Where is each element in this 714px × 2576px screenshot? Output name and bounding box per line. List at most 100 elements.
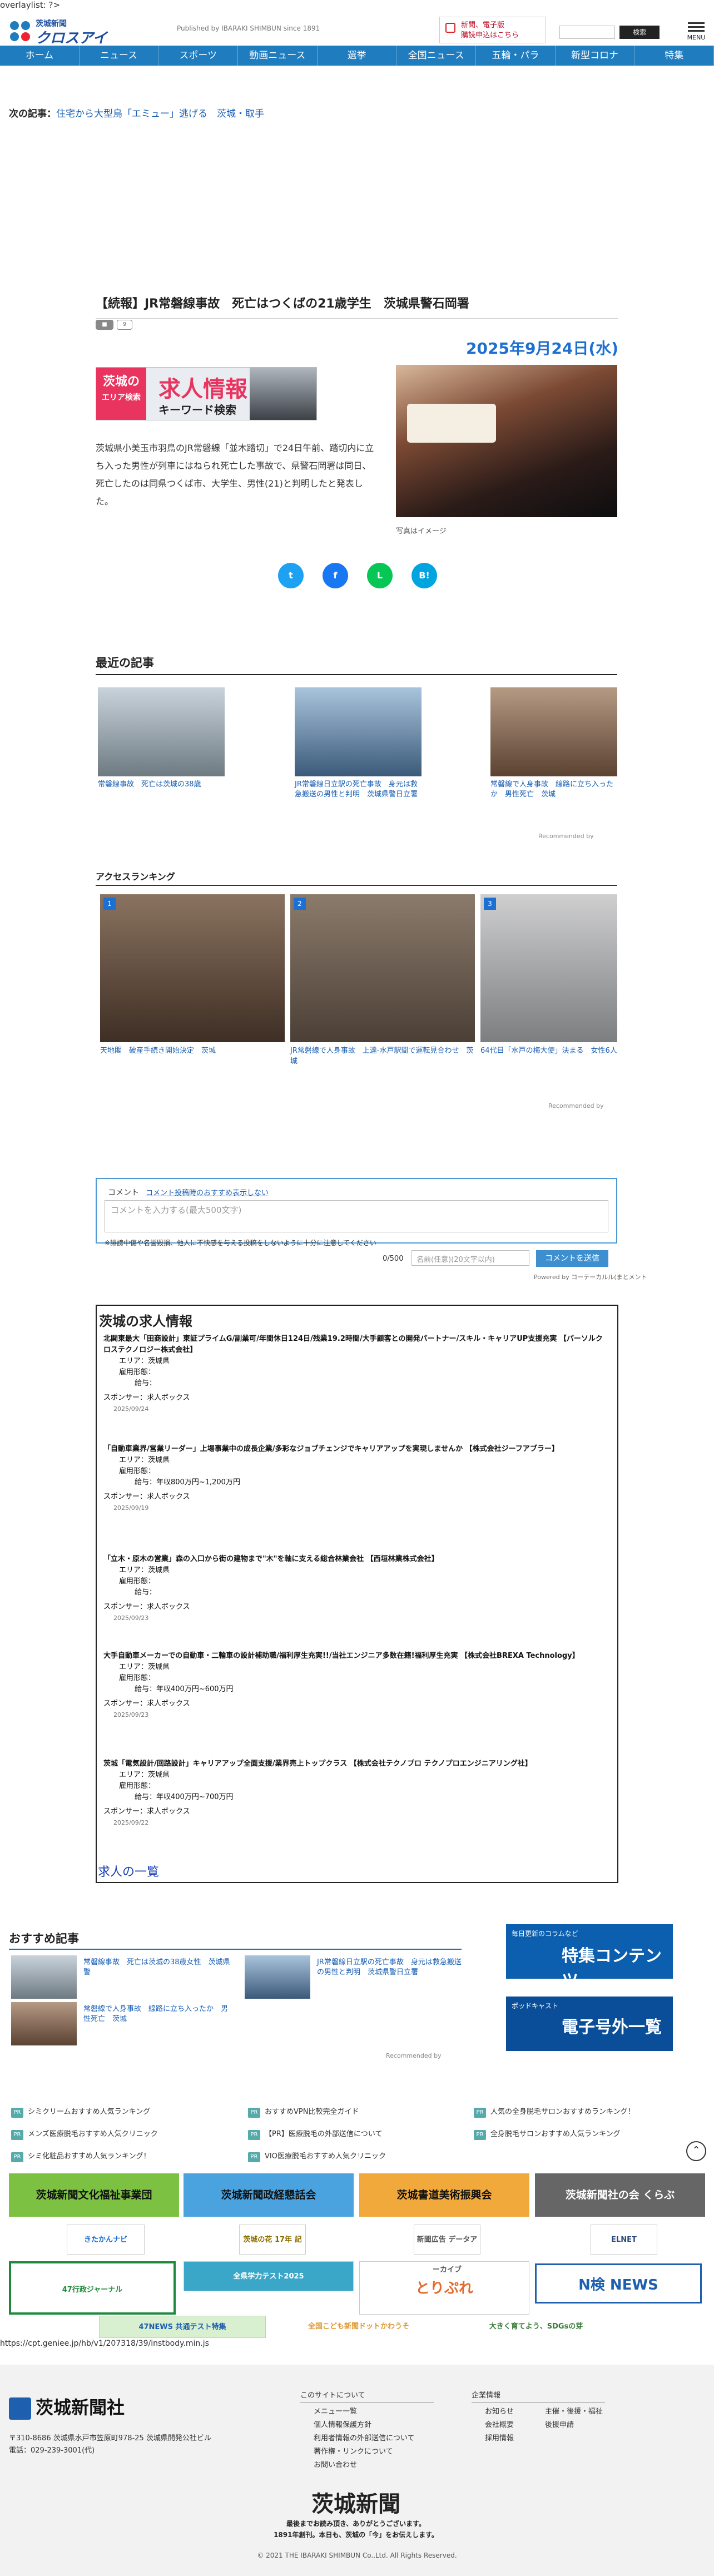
bigbutton-welfare[interactable]: 茨城新聞文化福祉事業団 (9, 2173, 179, 2217)
ranking-item[interactable]: 1 天地閣 破産手続き開始決定 茨城 (100, 894, 285, 1056)
job-item[interactable]: 「自動車業界/営業リーダー」上場事業中の成長企業/多彩なジョブチェンジでキャリア… (103, 1444, 604, 1514)
pr-link[interactable]: PR おすすめVPN比較完全ガイド (248, 2106, 359, 2118)
job-ad-banner[interactable]: 茨城の エリア検索 求人情報 キーワード検索 (96, 367, 317, 420)
job-title[interactable]: 茨城「電気設計/回路設計」キャリアアップ全面支援/業界売上トップクラス 【株式会… (103, 1758, 604, 1770)
comment-submit-button[interactable]: コメントを送信 (536, 1250, 608, 1267)
osusume-item[interactable]: 常磐線事故 死亡は茨城の38歳女性 茨城県警 (11, 1955, 231, 2000)
job-title[interactable]: 北関東最大「田商設計」東証プライムG/副業可/年間休日124日/残業19.2時間… (103, 1334, 604, 1356)
feature-contents-banner[interactable]: 毎日更新のコラムなど 特集コンテンツ (506, 1924, 673, 1990)
job-title[interactable]: 「自動車業界/営業リーダー」上場事業中の成長企業/多彩なジョブチェンジでキャリア… (103, 1444, 604, 1455)
footer-link[interactable]: お問い合わせ (300, 2459, 434, 2472)
job-item[interactable]: 「立木・原木の営業」森の入口から街の建物まで"木"を軸に支える総合林業会社 【西… (103, 1554, 604, 1624)
sponsor-nken[interactable]: N検 NEWS (535, 2263, 702, 2303)
line-share-icon[interactable]: L (367, 563, 393, 588)
pr-link[interactable]: PR 人気の全身脱毛サロンおすすめランキング！ (474, 2106, 635, 2118)
site-logo[interactable]: 茨城新聞 クロスアイ (8, 17, 141, 47)
nav-corona[interactable]: 新型コロナ (556, 46, 635, 66)
job-area: エリア：茨城県 (119, 1357, 170, 1365)
osusume-item[interactable]: JR常磐線日立駅の死亡事故 身元は救急搬送の男性と判明 茨城県警日立署 (245, 1955, 465, 2000)
article-title: 【続報】JR常磐線事故 死亡はつくばの21歳学生 茨城県警石岡署 (96, 294, 618, 319)
nav-news[interactable]: ニュース (80, 46, 159, 66)
pr-icon: PR (11, 2130, 23, 2140)
sponsor-archive[interactable]: 新聞広告 データアーカイブ (414, 2225, 480, 2274)
footer-link[interactable]: 会社概要 (485, 2419, 545, 2432)
nav-national[interactable]: 全国ニュース (396, 46, 477, 66)
job-pay: 給与： (135, 1379, 157, 1388)
ranking-item[interactable]: 3 64代目「水戸の梅大使」決まる 女性6人 (480, 894, 617, 1056)
job-date: 2025/09/22 (113, 1819, 149, 1826)
nav-home[interactable]: ホーム (0, 46, 80, 66)
sponsor-toripure[interactable]: とりぷれ (359, 2261, 529, 2315)
recent-item[interactable]: 常磐線事故 死亡は茨城の38歳 (98, 687, 225, 790)
comment-settings-link[interactable]: コメント投稿時のおすすめ表示しない (146, 1187, 269, 1197)
nav-olympics[interactable]: 五輪・パラ (476, 46, 556, 66)
nav-election[interactable]: 選挙 (318, 46, 397, 66)
footer-link[interactable]: 後援申請 (545, 2419, 605, 2432)
footer-seal: 茨城新聞 (311, 2491, 400, 2517)
sponsor-flower[interactable]: 茨城の花 17年 記念企画 (239, 2225, 306, 2274)
osusume-item[interactable]: 常磐線で人身事故 線路に立ち入ったか 男性死亡 茨城 (11, 2002, 231, 2047)
footer-link[interactable]: 利用者情報の外部送信について (300, 2432, 434, 2445)
job-item[interactable]: 北関東最大「田商設計」東証プライムG/副業可/年間休日124日/残業19.2時間… (103, 1334, 604, 1415)
job-pay: 給与：年収800万円~1,200万円 (135, 1478, 240, 1487)
hatena-share-icon[interactable]: B! (411, 563, 437, 588)
nav-video[interactable]: 動画ニュース (238, 46, 318, 66)
job-type: 雇用形態： (119, 1577, 156, 1586)
search-button[interactable]: 検索 (619, 26, 660, 39)
comment-input[interactable]: コメントを入力する(最大500文字) (105, 1200, 608, 1232)
footer-link[interactable]: 主催・後援・福祉 (545, 2405, 605, 2419)
nav-special[interactable]: 特集 (634, 46, 714, 66)
scroll-top-icon[interactable]: ⌃ (686, 2141, 706, 2161)
sponsor-kodomo[interactable]: 全国こども新聞ドットかわうそ (272, 2316, 445, 2338)
facebook-share-icon[interactable]: f (323, 563, 348, 588)
rank-number: 3 (484, 898, 496, 910)
subscribe-button[interactable]: 新聞、電子版 購読申込はこちら (439, 17, 546, 43)
job-item[interactable]: 大手自動車メーカーでの自動車・二輪車の設計補助職/福利厚生充実!!/当社エンジニ… (103, 1651, 604, 1721)
job-title[interactable]: 大手自動車メーカーでの自動車・二輪車の設計補助職/福利厚生充実!!/当社エンジニ… (103, 1651, 604, 1662)
recent-heading: 最近の記事 (96, 654, 617, 675)
sponsor-gakuryoku[interactable]: 全県学力テスト2025 (184, 2261, 354, 2291)
next-article-link[interactable]: 住宅から大型鳥「エミュー」逃げる 茨城・取手 (56, 108, 264, 120)
search-input[interactable] (559, 26, 615, 39)
pr-icon: PR (474, 2130, 486, 2140)
subscribe-line2: 購読申込はこちら (461, 31, 519, 39)
twitter-share-icon[interactable]: t (278, 563, 304, 588)
bigbutton-club[interactable]: 茨城新聞社の会 くらぶ (535, 2173, 705, 2217)
comment-name-input[interactable]: 名前(任意)(20文字以内) (411, 1250, 529, 1266)
bigbutton-calligraphy[interactable]: 茨城書道美術振興会 (359, 2173, 529, 2217)
share-buttons: t f L B! (278, 563, 437, 588)
extra-edition-banner[interactable]: ポッドキャスト 電子号外一覧 (506, 1997, 673, 2051)
pr-link[interactable]: PR シミクリームおすすめ人気ランキング (11, 2106, 150, 2118)
pr-link[interactable]: PR 【PR】医療脱毛の外部送信について (248, 2128, 382, 2140)
bigbutton-economy[interactable]: 茨城新聞政経懇話会 (184, 2173, 354, 2217)
ranking-item[interactable]: 2 JR常磐線で人身事故 上達-水戸駅間で運転見合わせ 茨城 (290, 894, 475, 1067)
footer-site-links: このサイトについて メニュー一覧 個人情報保護方針 利用者情報の外部送信について… (300, 2389, 434, 2472)
menu-button[interactable]: MENU (685, 20, 707, 43)
pr-link[interactable]: PR 全身脱毛サロンおすすめ人気ランキング (474, 2128, 621, 2140)
article-date: 2025年9月24日(水) (466, 339, 618, 358)
recent-image (490, 687, 617, 776)
sponsor-kitakan[interactable]: きたかんナビ (67, 2225, 145, 2255)
sponsor-47news[interactable]: 47NEWS 共通テスト特集 (99, 2316, 266, 2338)
tag-count[interactable]: 9 (117, 320, 132, 330)
job-item[interactable]: 茨城「電気設計/回路設計」キャリアアップ全面支援/業界売上トップクラス 【株式会… (103, 1758, 604, 1829)
footer-link[interactable]: 個人情報保護方針 (300, 2419, 434, 2432)
sponsor-47gyosei[interactable]: 47行政ジャーナル (9, 2261, 176, 2315)
footer-link[interactable]: メニュー一覧 (300, 2405, 434, 2419)
jobs-more-link[interactable]: 求人の一覧 (98, 1862, 159, 1880)
pr-link[interactable]: PR シミ化粧品おすすめ人気ランキング！ (11, 2150, 151, 2162)
pr-link[interactable]: PR VIO医療脱毛おすすめ人気クリニック (248, 2150, 386, 2162)
recent-item[interactable]: 常磐線で人身事故 線路に立ち入ったか 男性死亡 茨城 (490, 687, 617, 800)
pr-link[interactable]: PR メンズ医療脱毛おすすめ人気クリニック (11, 2128, 158, 2140)
job-title[interactable]: 「立木・原木の営業」森の入口から街の建物まで"木"を軸に支える総合林業会社 【西… (103, 1554, 604, 1565)
footer-brand[interactable]: 茨城新聞社 (9, 2394, 125, 2420)
ranking-title: JR常磐線で人身事故 上達-水戸駅間で運転見合わせ 茨城 (290, 1047, 474, 1066)
footer-link[interactable]: 著作権・リンクについて (300, 2445, 434, 2459)
job-sponsor: スポンサー：求人ボックス (103, 1807, 190, 1816)
recent-item[interactable]: JR常磐線日立駅の死亡事故 身元は救急搬送の男性と判明 茨城県警日立署 (295, 687, 422, 800)
footer-link[interactable]: 採用情報 (485, 2432, 545, 2445)
nav-sports[interactable]: スポーツ (158, 46, 239, 66)
sponsor-elnet[interactable]: ELNET (591, 2225, 657, 2255)
footer-link[interactable]: お知らせ (485, 2405, 545, 2419)
sponsor-sdgs[interactable]: 大きく育てよう、SDGsの芽 (454, 2316, 618, 2338)
